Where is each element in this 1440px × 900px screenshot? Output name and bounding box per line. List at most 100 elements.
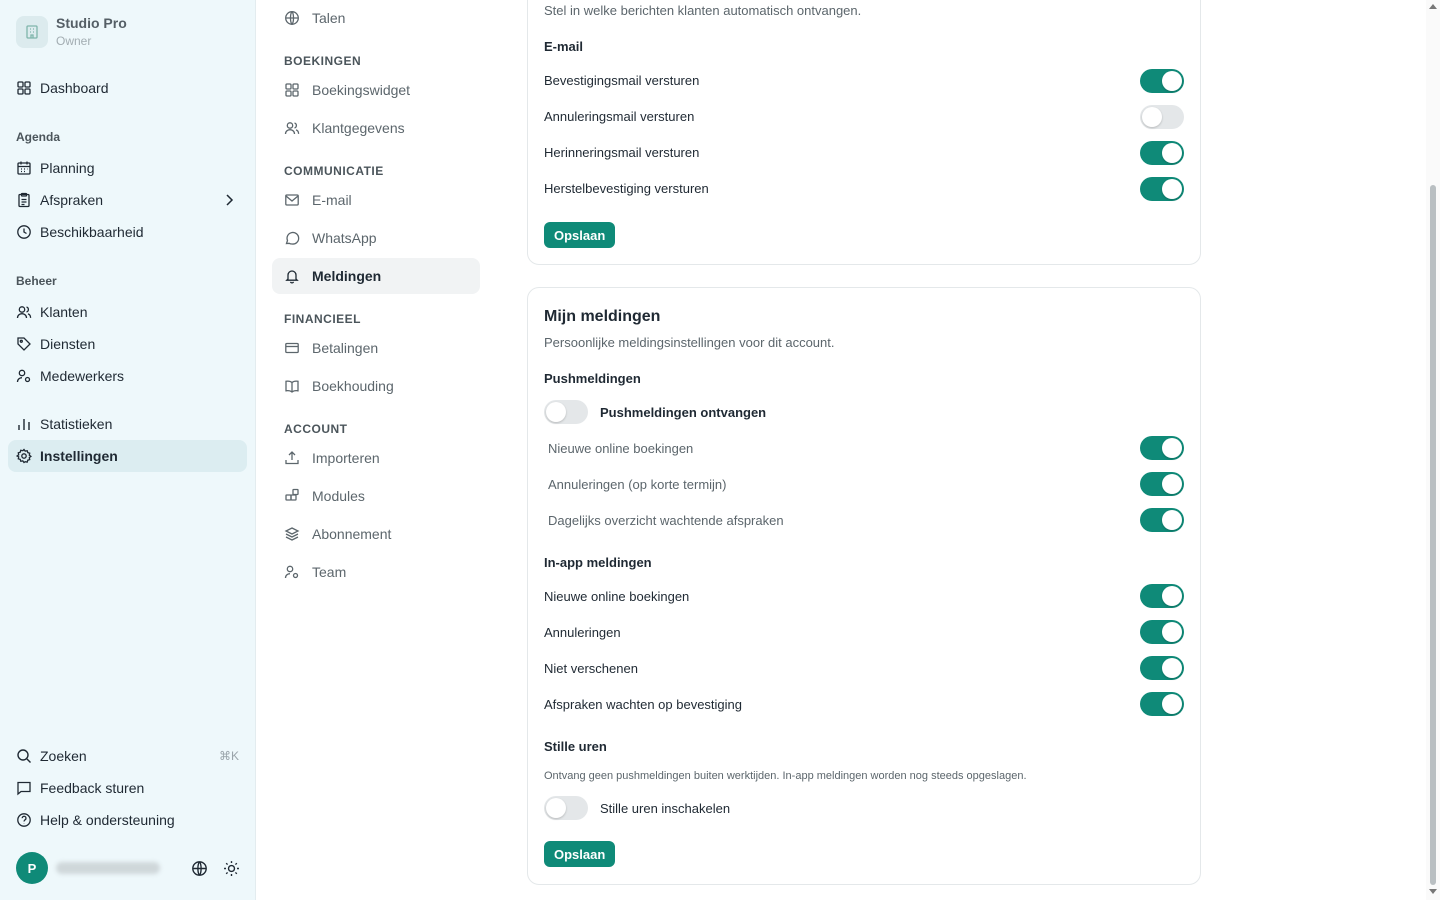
toggle-push-annuleringen[interactable] — [1140, 472, 1184, 496]
submenu-abonnement-label: Abonnement — [312, 526, 392, 542]
blocks-icon — [285, 488, 299, 501]
toggle-push-nieuwe-boekingen[interactable] — [1140, 436, 1184, 460]
toggle-inapp-wachten-bevestiging[interactable] — [1140, 692, 1184, 716]
nav-afspraken[interactable]: Afspraken — [8, 184, 247, 216]
chevron-right-icon[interactable] — [221, 192, 237, 208]
bar-chart-icon — [18, 419, 30, 430]
push-master-label: Pushmeldingen ontvangen — [600, 405, 767, 420]
message-square-icon — [17, 781, 31, 796]
nav-medewerkers[interactable]: Medewerkers — [8, 360, 247, 392]
save-button[interactable]: Opslaan — [544, 222, 616, 248]
submenu-modules[interactable]: Modules — [272, 478, 480, 514]
nav-statistieken[interactable]: Statistieken — [8, 408, 247, 440]
client-row-label: Herstelbevestiging versturen — [544, 181, 709, 196]
email-group-title: E-mail — [544, 39, 584, 54]
page-scrollbar[interactable] — [1426, 0, 1440, 900]
toggle-push-master[interactable] — [544, 400, 588, 424]
submenu-section-boekingen: BOEKINGEN — [284, 54, 362, 68]
submenu-whatsapp[interactable]: WhatsApp — [272, 220, 480, 256]
nav-klanten[interactable]: Klanten — [8, 296, 247, 328]
nav-feedback-label: Feedback sturen — [40, 780, 145, 796]
push-row-label: Annuleringen (op korte termijn) — [548, 477, 727, 492]
user-email-redacted — [56, 862, 160, 874]
submenu-meldingen[interactable]: Meldingen — [272, 258, 480, 294]
client-row-label: Herinneringsmail versturen — [544, 145, 700, 160]
submenu-boekhouding[interactable]: Boekhouding — [272, 368, 480, 404]
bell-icon — [285, 270, 299, 284]
submenu-betalingen[interactable]: Betalingen — [272, 330, 480, 366]
user-cog-icon — [284, 565, 299, 579]
submenu-meldingen-label: Meldingen — [312, 268, 382, 284]
nav-beschikbaarheid-label: Beschikbaarheid — [40, 224, 144, 240]
inapp-group-title: In-app meldingen — [544, 555, 652, 570]
layers-icon — [284, 527, 300, 541]
nav-planning[interactable]: Planning — [8, 152, 247, 184]
calendar-icon — [17, 161, 31, 175]
credit-card-icon — [285, 342, 299, 354]
submenu-boekingswidget[interactable]: Boekingswidget — [272, 72, 480, 108]
submenu-talen[interactable]: Talen — [272, 0, 480, 36]
brand-name: Studio Pro — [56, 15, 127, 31]
toggle-inapp-niet-verschenen[interactable] — [1140, 656, 1184, 680]
chat-bubble-icon — [285, 231, 300, 245]
building-icon — [16, 16, 48, 48]
submenu-importeren[interactable]: Importeren — [272, 440, 480, 476]
toggle-herstelbevestiging[interactable] — [1140, 177, 1184, 201]
globe-icon — [285, 11, 299, 25]
upload-icon — [285, 451, 299, 465]
nav-dashboard[interactable]: Dashboard — [8, 72, 247, 104]
inapp-row-label: Annuleringen — [544, 625, 621, 640]
submenu-abonnement[interactable]: Abonnement — [272, 516, 480, 552]
toggle-herinneringsmail[interactable] — [1140, 141, 1184, 165]
clipboard-icon — [18, 192, 30, 208]
nav-beschikbaarheid[interactable]: Beschikbaarheid — [8, 216, 247, 248]
my-card-title: Mijn meldingen — [544, 308, 661, 325]
submenu-klantgegevens-label: Klantgegevens — [312, 120, 405, 136]
save-button[interactable]: Opslaan — [544, 841, 616, 867]
main-sidebar: Studio Pro Owner Dashboard Agenda Planni… — [0, 0, 256, 900]
globe-icon[interactable] — [189, 858, 209, 878]
submenu-section-account: ACCOUNT — [284, 422, 348, 436]
quiet-hours-title: Stille uren — [544, 739, 607, 754]
submenu-klantgegevens[interactable]: Klantgegevens — [272, 110, 480, 146]
toggle-inapp-nieuwe-boekingen[interactable] — [1140, 584, 1184, 608]
toggle-inapp-annuleringen[interactable] — [1140, 620, 1184, 644]
nav-section-beheer: Beheer — [16, 274, 57, 288]
mail-icon — [285, 194, 299, 206]
nav-feedback[interactable]: Feedback sturen — [8, 772, 247, 804]
client-row-label: Bevestigingsmail versturen — [544, 73, 700, 88]
toggle-push-dagelijks-overzicht[interactable] — [1140, 508, 1184, 532]
user-cog-icon — [16, 369, 31, 383]
toggle-bevestigingsmail[interactable] — [1140, 69, 1184, 93]
users-icon — [284, 122, 300, 135]
quiet-hours-note: Ontvang geen pushmeldingen buiten werkti… — [544, 770, 1027, 782]
toggle-annuleringsmail[interactable] — [1140, 105, 1184, 129]
submenu-boekhouding-label: Boekhouding — [312, 378, 394, 394]
widget-grid-icon — [285, 83, 299, 97]
scrollbar-thumb[interactable] — [1430, 185, 1436, 885]
nav-diensten[interactable]: Diensten — [8, 328, 247, 360]
scroll-down-arrow[interactable] — [1429, 889, 1437, 894]
book-open-icon — [285, 380, 299, 393]
toggle-quiet-hours[interactable] — [544, 796, 588, 820]
dashboard-icon — [17, 81, 31, 95]
nav-zoeken[interactable]: Zoeken ⌘K — [8, 740, 247, 772]
brand-role: Owner — [56, 34, 92, 48]
quiet-hours-label: Stille uren inschakelen — [600, 801, 731, 816]
submenu-section-communicatie: COMMUNICATIE — [284, 164, 384, 178]
sun-icon[interactable] — [221, 858, 241, 878]
submenu-team-label: Team — [312, 564, 347, 580]
clock-icon — [17, 225, 31, 239]
nav-instellingen[interactable]: Instellingen — [8, 440, 247, 472]
my-notifications-card: Mijn meldingen Persoonlijke meldingsinst… — [527, 287, 1201, 885]
inapp-row-label: Nieuwe online boekingen — [544, 589, 690, 604]
avatar[interactable]: P — [16, 852, 48, 884]
nav-help[interactable]: Help & ondersteuning — [8, 804, 247, 836]
submenu-email[interactable]: E-mail — [272, 182, 480, 218]
user-profile[interactable]: P — [16, 852, 246, 884]
brand[interactable]: Studio Pro Owner — [16, 15, 127, 49]
submenu-team[interactable]: Team — [272, 554, 480, 590]
scroll-up-arrow[interactable] — [1429, 4, 1437, 9]
nav-statistieken-label: Statistieken — [40, 416, 113, 432]
client-row-label: Annuleringsmail versturen — [544, 109, 695, 124]
